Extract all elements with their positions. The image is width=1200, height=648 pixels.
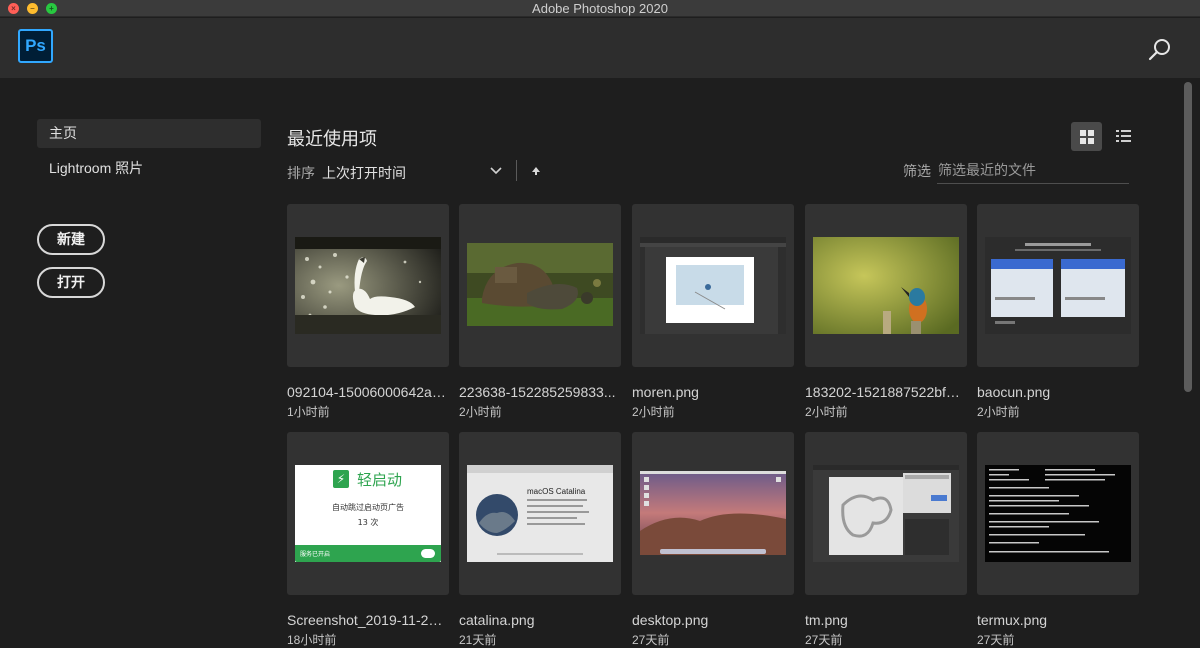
- file-time: 2小时前: [805, 405, 848, 419]
- file-name: moren.png: [632, 384, 699, 400]
- file-card[interactable]: 183202-1521887522bf1b... 2小时前: [805, 204, 967, 420]
- window-title: Adobe Photoshop 2020: [532, 1, 668, 16]
- filter-label: 筛选: [903, 163, 931, 179]
- file-time: 18小时前: [287, 633, 337, 647]
- sidebar-item-lightroom[interactable]: Lightroom 照片: [37, 154, 261, 183]
- file-time: 27天前: [805, 633, 843, 647]
- sidebar-item-home[interactable]: 主页: [37, 119, 261, 148]
- file-name: 223638-152285259833...: [459, 384, 616, 400]
- file-card[interactable]: baocun.png 2小时前: [977, 204, 1139, 420]
- filter-input[interactable]: [937, 156, 1129, 184]
- file-time: 2小时前: [459, 405, 502, 419]
- file-card[interactable]: 223638-152285259833... 2小时前: [459, 204, 621, 420]
- qidong-line1: 自动跳过启动页广告: [332, 503, 404, 512]
- file-card[interactable]: tm.png 27天前: [805, 432, 967, 648]
- file-thumbnail-frame: [977, 432, 1139, 595]
- list-view-button[interactable]: [1108, 122, 1139, 151]
- search-button[interactable]: [1148, 38, 1172, 62]
- file-name: termux.png: [977, 612, 1048, 628]
- file-card[interactable]: termux.png 27天前: [977, 432, 1139, 648]
- qidong-footer-bar: 服务已开启: [295, 545, 441, 562]
- file-name: catalina.png: [459, 612, 535, 628]
- file-card[interactable]: macOS Catalina catalina.png 21天前: [459, 432, 621, 648]
- file-name: 092104-15006000642ad...: [287, 384, 447, 400]
- window-titlebar: × – + Adobe Photoshop 2020: [0, 0, 1200, 17]
- recent-section-title: 最近使用项: [287, 129, 377, 149]
- toolbar-divider: [516, 160, 517, 181]
- sort-direction-arrow-icon[interactable]: [528, 163, 544, 179]
- swan-photo-thumbnail: [295, 237, 441, 334]
- file-thumbnail-frame: [459, 204, 621, 367]
- main-scrollbar[interactable]: [1184, 82, 1192, 392]
- file-thumbnail-frame: ⚡ 轻启动 自动跳过启动页广告 13 次 服务已开启: [287, 432, 449, 595]
- sort-dropdown[interactable]: 上次打开时间: [322, 163, 406, 183]
- qidong-screenshot-thumbnail: ⚡ 轻启动 自动跳过启动页广告 13 次 服务已开启: [295, 465, 441, 562]
- file-time: 1小时前: [287, 405, 330, 419]
- toggle-icon: [421, 549, 435, 558]
- file-thumbnail-frame: [805, 432, 967, 595]
- file-time: 21天前: [459, 633, 497, 647]
- file-card[interactable]: ⚡ 轻启动 自动跳过启动页广告 13 次 服务已开启 Screenshot_20…: [287, 432, 449, 648]
- catalina-screenshot-thumbnail: macOS Catalina: [467, 465, 613, 562]
- tortoise-photo-thumbnail: [467, 243, 613, 326]
- file-time: 27天前: [632, 633, 670, 647]
- catalina-island-icon: [476, 494, 518, 536]
- file-thumbnail-frame: [632, 204, 794, 367]
- chevron-down-icon[interactable]: [488, 164, 504, 178]
- file-thumbnail-frame: [287, 204, 449, 367]
- qidong-footer-text: 服务已开启: [300, 551, 331, 558]
- file-card[interactable]: 092104-15006000642ad... 1小时前: [287, 204, 449, 420]
- file-name: Screenshot_2019-11-22-1...: [287, 612, 447, 628]
- app-header: Ps: [0, 18, 1200, 78]
- file-thumbnail-frame: [632, 432, 794, 595]
- file-name: baocun.png: [977, 384, 1051, 400]
- file-thumbnail-frame: macOS Catalina: [459, 432, 621, 595]
- file-name: tm.png: [805, 612, 848, 628]
- search-icon: [1148, 39, 1170, 61]
- catalina-os-title: macOS Catalina: [527, 487, 586, 496]
- open-button[interactable]: 打开: [37, 267, 105, 298]
- termux-screenshot-thumbnail: [985, 465, 1131, 562]
- about-window-toolbar: [467, 465, 613, 473]
- desktop-screenshot-thumbnail: [640, 471, 786, 555]
- baocun-screenshot-thumbnail: [985, 237, 1131, 334]
- grid-view-button[interactable]: [1071, 122, 1102, 151]
- file-name: desktop.png: [632, 612, 709, 628]
- file-name: 183202-1521887522bf1b...: [805, 384, 965, 400]
- file-time: 2小时前: [977, 405, 1020, 419]
- file-card[interactable]: moren.png 2小时前: [632, 204, 794, 420]
- file-time: 2小时前: [632, 405, 675, 419]
- photoshop-logo: Ps: [18, 29, 53, 63]
- new-button[interactable]: 新建: [37, 224, 105, 255]
- grid-view-icon: [1080, 130, 1094, 144]
- tm-screenshot-thumbnail: [813, 465, 959, 562]
- file-thumbnail-frame: [977, 204, 1139, 367]
- ps-moren-screenshot-thumbnail: [640, 237, 786, 334]
- file-card[interactable]: desktop.png 27天前: [632, 432, 794, 648]
- sort-label: 排序: [287, 165, 315, 181]
- kingfisher-photo-thumbnail: [813, 237, 959, 334]
- lightning-icon: ⚡: [333, 470, 349, 488]
- file-time: 27天前: [977, 633, 1015, 647]
- qidong-app-name: 轻启动: [357, 471, 403, 489]
- list-view-icon: [1116, 130, 1131, 142]
- file-thumbnail-frame: [805, 204, 967, 367]
- qidong-line2: 13 次: [357, 518, 379, 527]
